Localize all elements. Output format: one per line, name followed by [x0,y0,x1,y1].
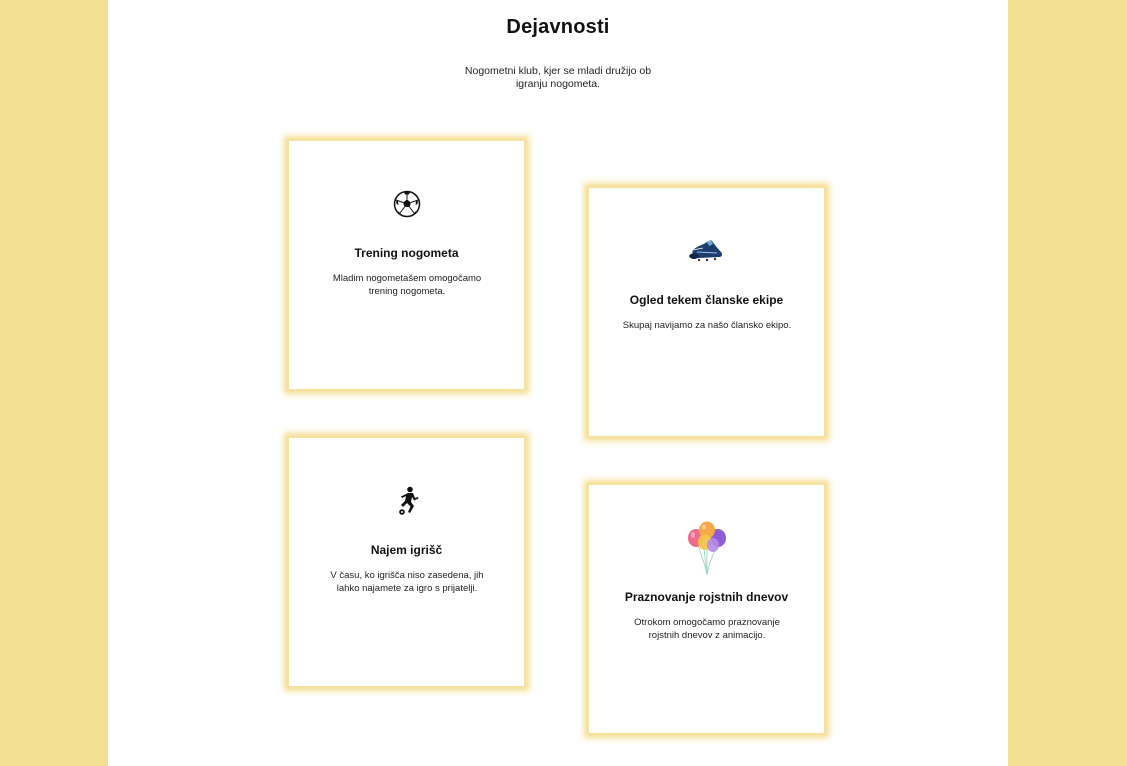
activity-card-birthday: Praznovanje rojstnih dnevov Otrokom omog… [588,484,825,734]
activity-card-match-viewing: Ogled tekem članske ekipe Skupaj navijam… [588,187,825,437]
card-title: Ogled tekem članske ekipe [629,293,784,307]
football-boot-icon [589,236,824,266]
activity-card-field-rental: Najem igrišč V času, ko igrišča niso zas… [288,437,525,687]
main-content-panel: Dejavnosti Nogometni klub, kjer se mladi… [108,0,1008,766]
card-title: Najem igrišč [370,543,443,557]
card-title: Trening nogometa [354,246,459,260]
balloons-icon [589,521,824,577]
card-title: Praznovanje rojstnih dnevov [624,590,789,604]
section-title: Dejavnosti [506,16,610,38]
card-description: Otrokom omogočamo praznovanje rojstnih d… [634,617,780,641]
card-description: Mladim nogometašem omogočamo trening nog… [332,273,482,297]
card-description: V času, ko igrišča niso zasedena, jih la… [330,570,484,594]
soccer-player-icon [289,486,524,516]
activity-card-training: Trening nogometa Mladim nogometašem omog… [288,140,525,390]
section-subtitle: Nogometni klub, kjer se mladi družijo ob… [464,65,652,90]
soccer-ball-icon [289,189,524,219]
card-description: Skupaj navijamo za našo člansko ekipo. [622,320,792,331]
